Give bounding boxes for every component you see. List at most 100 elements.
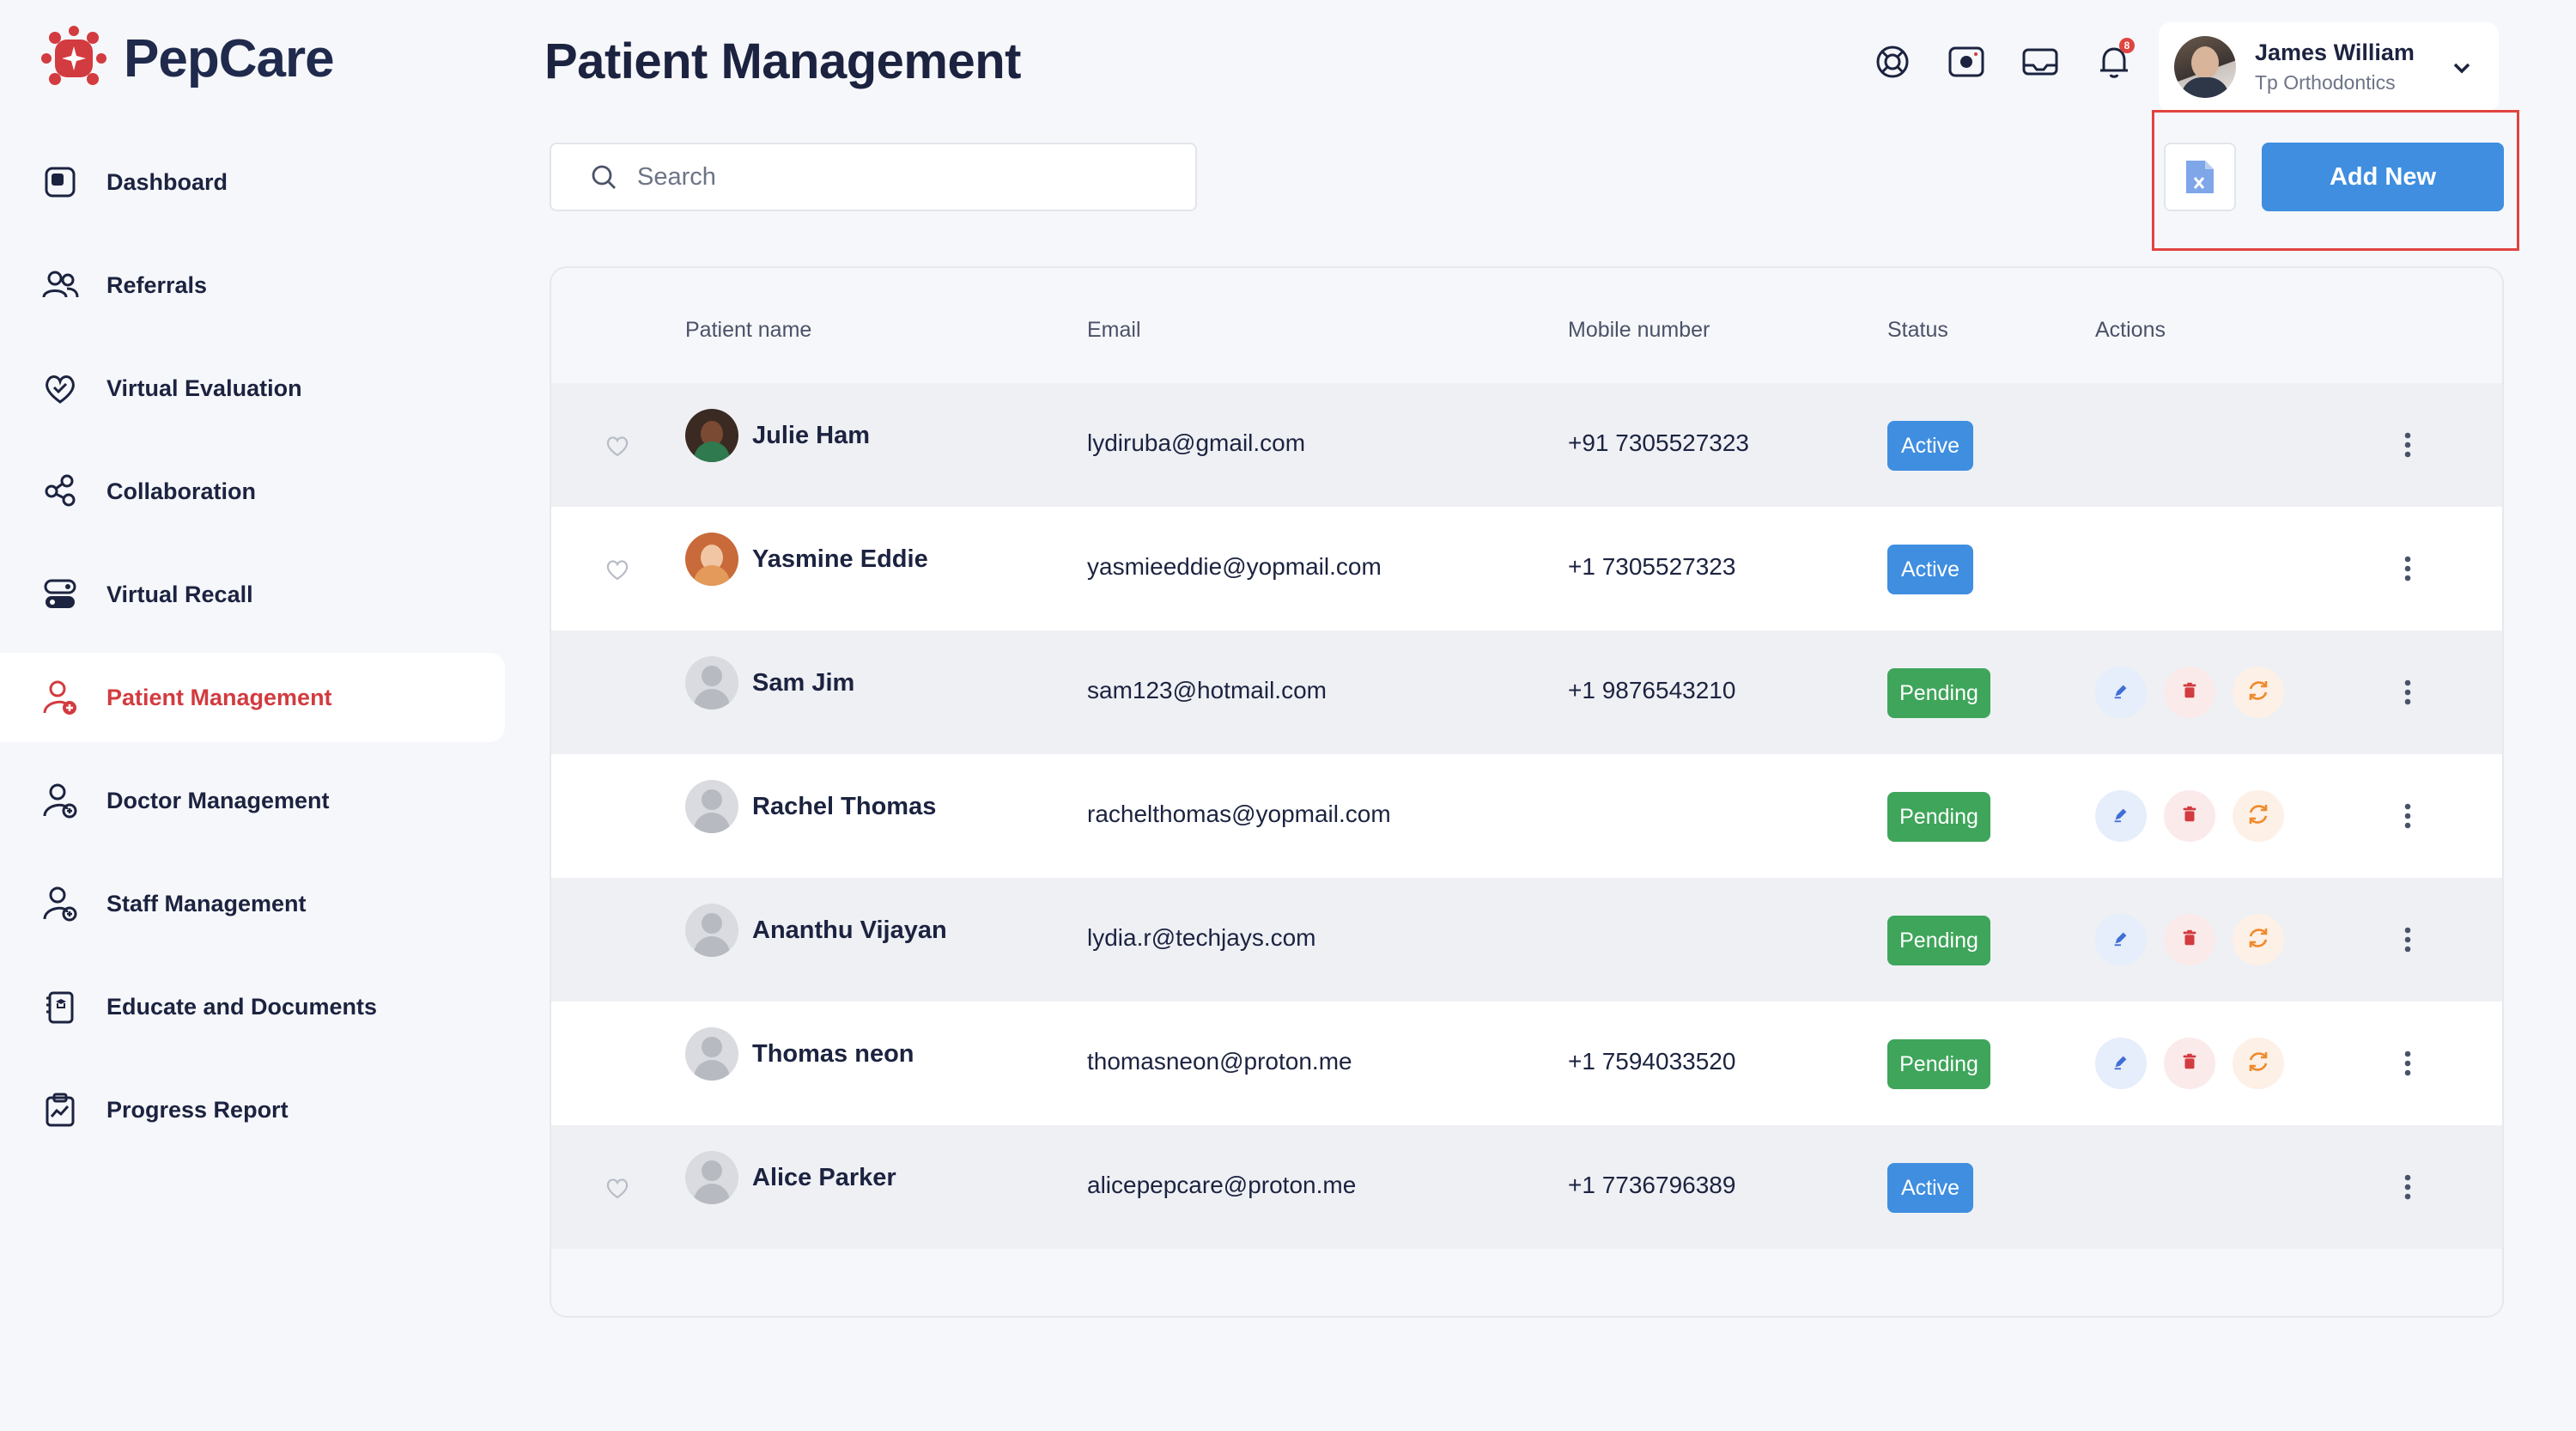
sidebar-item-progress-report[interactable]: Progress Report (0, 1065, 505, 1154)
doctor-icon (43, 783, 77, 819)
patient-name-cell[interactable]: Sam Jim (685, 656, 854, 709)
patient-name[interactable]: Yasmine Eddie (752, 545, 928, 574)
sidebar-item-label: Doctor Management (106, 787, 330, 813)
export-excel-button[interactable] (2164, 143, 2236, 211)
sidebar-item-doctor-management[interactable]: Doctor Management (0, 756, 505, 845)
patient-name-cell[interactable]: Alice Parker (685, 1151, 896, 1204)
sidebar-item-staff-management[interactable]: Staff Management (0, 859, 505, 948)
app-logo[interactable]: PepCare (38, 22, 335, 94)
column-header-email[interactable]: Email (1087, 318, 1141, 343)
mail-button[interactable] (2020, 41, 2061, 82)
table-row[interactable]: Yasmine Eddie yasmieeddie@yopmail.com +1 7… (551, 507, 2502, 630)
sidebar-item-label: Patient Management (106, 684, 332, 710)
column-header-status[interactable]: Status (1887, 318, 1948, 343)
sidebar-item-collaboration[interactable]: Collaboration (0, 447, 505, 536)
delete-button[interactable] (2164, 790, 2215, 842)
patient-name[interactable]: Julie Ham (752, 422, 870, 450)
sidebar-item-label: Referrals (106, 271, 208, 298)
patient-name[interactable]: Sam Jim (752, 669, 854, 697)
sidebar-item-dashboard[interactable]: Dashboard (0, 137, 505, 227)
table-row[interactable]: Ananthu Vijayan lydia.r@techjays.com Pendi… (551, 878, 2502, 1002)
avatar (685, 780, 738, 833)
status-badge: Active (1887, 421, 1973, 471)
refresh-icon (2245, 1049, 2271, 1079)
column-header-mobile[interactable]: Mobile number (1568, 318, 1710, 343)
favorite-heart-icon[interactable] (605, 433, 630, 459)
sidebar-item-educate-and-documents[interactable]: Educate and Documents (0, 962, 505, 1051)
more-options-icon[interactable] (2392, 429, 2423, 460)
app-name: PepCare (124, 28, 335, 88)
edit-button[interactable] (2095, 914, 2147, 965)
table-row[interactable]: Rachel Thomas rachelthomas@yopmail.com Pen… (551, 754, 2502, 878)
user-profile-menu[interactable]: James William Tp Orthodontics (2159, 22, 2499, 112)
column-header-patient-name[interactable]: Patient name (685, 318, 811, 343)
resend-button[interactable] (2233, 1038, 2284, 1089)
trash-icon (2180, 1052, 2199, 1075)
status-badge: Pending (1887, 668, 1990, 718)
avatar (685, 904, 738, 957)
resend-button[interactable] (2233, 790, 2284, 842)
search-box (550, 143, 1197, 211)
patient-email: lydia.r@techjays.com (1087, 924, 1316, 951)
notifications-button[interactable]: 8 (2093, 38, 2135, 82)
sidebar-item-virtual-recall[interactable]: Virtual Recall (0, 550, 505, 639)
delete-button[interactable] (2164, 1038, 2215, 1089)
more-options-icon[interactable] (2392, 553, 2423, 584)
more-options-icon[interactable] (2392, 1172, 2423, 1203)
edit-button[interactable] (2095, 667, 2147, 718)
table-row[interactable]: Sam Jim sam123@hotmail.com +1 9876543210 Pe… (551, 630, 2502, 754)
more-options-icon[interactable] (2392, 1048, 2423, 1079)
patient-email: sam123@hotmail.com (1087, 677, 1327, 703)
patient-email: lydiruba@gmail.com (1087, 429, 1306, 456)
add-new-button[interactable]: Add New (2262, 143, 2504, 211)
mail-icon (2022, 48, 2058, 76)
resend-button[interactable] (2233, 914, 2284, 965)
recall-icon (44, 579, 76, 608)
sidebar-item-patient-management[interactable]: Patient Management (0, 653, 505, 742)
camera-button[interactable] (1946, 41, 1987, 82)
search-input[interactable] (637, 162, 1152, 192)
patient-name[interactable]: Ananthu Vijayan (752, 916, 947, 945)
avatar (685, 1027, 738, 1081)
delete-button[interactable] (2164, 667, 2215, 718)
patient-name-cell[interactable]: Thomas neon (685, 1027, 914, 1081)
more-options-icon[interactable] (2392, 801, 2423, 831)
patient-name-cell[interactable]: Ananthu Vijayan (685, 904, 947, 957)
edit-button[interactable] (2095, 790, 2147, 842)
refresh-icon (2245, 801, 2271, 831)
trash-icon (2180, 929, 2199, 952)
pencil-icon (2111, 805, 2130, 828)
heart-check-icon (46, 375, 75, 404)
patient-name-cell[interactable]: Rachel Thomas (685, 780, 936, 833)
sidebar-item-virtual-evaluation[interactable]: Virtual Evaluation (0, 344, 505, 433)
refresh-icon (2245, 678, 2271, 708)
pepcare-logo-icon (41, 26, 106, 85)
patient-name-cell[interactable]: Julie Ham (685, 409, 870, 462)
table-row[interactable]: Thomas neon thomasneon@proton.me +1 759403… (551, 1002, 2502, 1125)
status-badge: Active (1887, 545, 1973, 594)
more-options-icon[interactable] (2392, 924, 2423, 955)
patient-name[interactable]: Rachel Thomas (752, 793, 936, 821)
patient-name[interactable]: Alice Parker (752, 1164, 896, 1192)
favorite-heart-icon[interactable] (605, 557, 630, 582)
patient-name[interactable]: Thomas neon (752, 1040, 914, 1069)
more-options-icon[interactable] (2392, 677, 2423, 708)
favorite-heart-icon[interactable] (605, 1175, 630, 1201)
patient-mobile: +91 7305527323 (1568, 429, 1749, 456)
table-header: Patient name Email Mobile number Status … (551, 268, 2502, 383)
collaboration-icon (45, 474, 76, 507)
patient-name-cell[interactable]: Yasmine Eddie (685, 533, 928, 586)
table-row[interactable]: Alice Parker alicepepcare@proton.me +1 773… (551, 1125, 2502, 1249)
edit-button[interactable] (2095, 1038, 2147, 1089)
sidebar-item-label: Progress Report (106, 1096, 289, 1123)
delete-button[interactable] (2164, 914, 2215, 965)
sidebar-item-label: Educate and Documents (106, 993, 378, 1020)
patient-email: thomasneon@proton.me (1087, 1048, 1352, 1075)
avatar (2174, 36, 2236, 98)
sidebar-item-referrals[interactable]: Referrals (0, 241, 505, 330)
table-row[interactable]: Julie Ham lydiruba@gmail.com +91 730552732… (551, 383, 2502, 507)
sidebar: PepCare Dashboard Referrals Virtual Eval… (0, 0, 507, 1431)
avatar (685, 409, 738, 462)
support-button[interactable] (1872, 41, 1913, 82)
resend-button[interactable] (2233, 667, 2284, 718)
